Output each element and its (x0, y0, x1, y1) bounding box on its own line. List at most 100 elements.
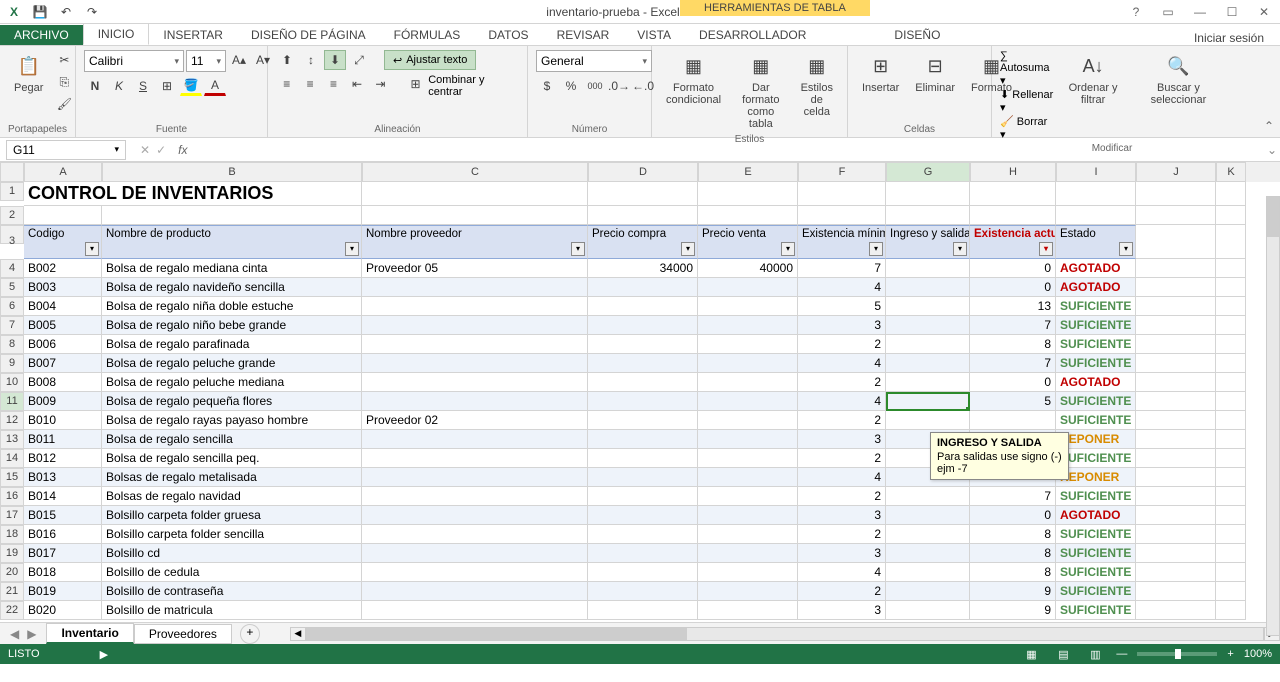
cell-supplier[interactable] (362, 601, 588, 620)
increase-decimal-icon[interactable]: .0→ (608, 76, 630, 96)
th-buy[interactable]: Precio compra▾ (588, 225, 698, 259)
cell-status[interactable]: SUFICIENTE (1056, 316, 1136, 335)
cell-sell[interactable] (698, 411, 798, 430)
cell-buy[interactable]: 34000 (588, 259, 698, 278)
cell-sell[interactable] (698, 392, 798, 411)
row-header[interactable]: 15 (0, 468, 24, 487)
cell-io[interactable] (886, 297, 970, 316)
sheet-next-icon[interactable]: ▶ (27, 627, 36, 641)
cell-io[interactable] (886, 335, 970, 354)
filter-icon[interactable]: ▾ (953, 242, 967, 256)
cell-code[interactable]: B020 (24, 601, 102, 620)
cell-current[interactable]: 0 (970, 278, 1056, 297)
cell-name[interactable]: Bolsa de regalo sencilla (102, 430, 362, 449)
cell-supplier[interactable] (362, 563, 588, 582)
borders-icon[interactable]: ⊞ (156, 76, 178, 96)
cell-current[interactable]: 8 (970, 544, 1056, 563)
cell-supplier[interactable] (362, 449, 588, 468)
th-status[interactable]: Estado▾ (1056, 225, 1136, 259)
row-header[interactable]: 22 (0, 601, 24, 620)
paste-button[interactable]: 📋 Pegar (8, 50, 49, 96)
row-header[interactable]: 16 (0, 487, 24, 506)
horizontal-scrollbar[interactable] (306, 627, 1264, 641)
cell-supplier[interactable] (362, 335, 588, 354)
cell-io[interactable] (886, 506, 970, 525)
cell-min[interactable]: 3 (798, 506, 886, 525)
filter-icon[interactable]: ▾ (345, 242, 359, 256)
merge-button[interactable]: Combinar y centrar (428, 74, 519, 98)
cell-min[interactable]: 4 (798, 392, 886, 411)
filter-icon[interactable]: ▾ (571, 242, 585, 256)
cell-name[interactable]: Bolsa de regalo peluche grande (102, 354, 362, 373)
hscroll-left-icon[interactable]: ◀ (290, 627, 306, 641)
cell-buy[interactable] (588, 582, 698, 601)
cell-min[interactable]: 3 (798, 601, 886, 620)
cell-name[interactable]: Bolsillo carpeta folder sencilla (102, 525, 362, 544)
percent-icon[interactable]: % (560, 76, 582, 96)
cell-sell[interactable] (698, 487, 798, 506)
cell-io[interactable] (886, 563, 970, 582)
cell-name[interactable]: Bolsillo cd (102, 544, 362, 563)
page-break-icon[interactable]: ▥ (1084, 646, 1106, 662)
align-left-icon[interactable]: ≡ (276, 74, 297, 94)
sheet-tab-inventario[interactable]: Inventario (46, 623, 133, 644)
tab-data[interactable]: DATOS (474, 25, 542, 45)
expand-formula-icon[interactable]: ⌄ (1264, 143, 1280, 157)
bold-button[interactable]: N (84, 76, 106, 96)
row-header[interactable]: 10 (0, 373, 24, 392)
cell-name[interactable]: Bolsa de regalo sencilla peq. (102, 449, 362, 468)
cell-supplier[interactable] (362, 468, 588, 487)
cell-io[interactable] (886, 278, 970, 297)
cell-buy[interactable] (588, 316, 698, 335)
find-select-button[interactable]: 🔍Buscar y seleccionar (1133, 50, 1224, 108)
cell-io[interactable] (886, 487, 970, 506)
cell-current[interactable]: 8 (970, 335, 1056, 354)
cell-code[interactable]: B017 (24, 544, 102, 563)
fill-button[interactable]: ⬇ Rellenar ▾ (1000, 88, 1053, 114)
cell-min[interactable]: 4 (798, 354, 886, 373)
cell-status[interactable]: SUFICIENTE (1056, 335, 1136, 354)
fx-icon[interactable]: fx (174, 143, 191, 157)
font-color-icon[interactable]: A (204, 76, 226, 96)
cell-min[interactable]: 4 (798, 468, 886, 487)
cell-min[interactable]: 2 (798, 582, 886, 601)
zoom-in-icon[interactable]: + (1227, 648, 1233, 660)
cell-current[interactable]: 5 (970, 392, 1056, 411)
cell-name[interactable]: Bolsa de regalo rayas payaso hombre (102, 411, 362, 430)
cell-io[interactable] (886, 411, 970, 430)
th-io[interactable]: Ingreso y salidas▾ (886, 225, 970, 259)
cell-supplier[interactable] (362, 525, 588, 544)
cell-name[interactable]: Bolsa de regalo parafinada (102, 335, 362, 354)
copy-icon[interactable]: ⎘ (53, 72, 75, 92)
cell-current[interactable]: 0 (970, 506, 1056, 525)
cell-min[interactable]: 3 (798, 316, 886, 335)
cell-buy[interactable] (588, 430, 698, 449)
cell-buy[interactable] (588, 411, 698, 430)
cell-current[interactable]: 7 (970, 354, 1056, 373)
cell-name[interactable]: Bolsas de regalo navidad (102, 487, 362, 506)
cell-code[interactable]: B008 (24, 373, 102, 392)
undo-icon[interactable]: ↶ (56, 2, 76, 22)
cell-current[interactable]: 8 (970, 563, 1056, 582)
filter-icon[interactable]: ▾ (781, 242, 795, 256)
cell-name[interactable]: Bolsillo de cedula (102, 563, 362, 582)
th-supplier[interactable]: Nombre proveedor▾ (362, 225, 588, 259)
cell-sell[interactable] (698, 563, 798, 582)
row-header[interactable]: 4 (0, 259, 24, 278)
cell-sell[interactable] (698, 525, 798, 544)
cut-icon[interactable]: ✂ (53, 50, 75, 70)
cell-sell[interactable] (698, 506, 798, 525)
cell-supplier[interactable] (362, 487, 588, 506)
zoom-out-icon[interactable]: — (1116, 648, 1127, 660)
cell-buy[interactable] (588, 278, 698, 297)
cell-name[interactable]: Bolsa de regalo niño bebe grande (102, 316, 362, 335)
hscroll-thumb[interactable] (307, 628, 687, 640)
row-header[interactable]: 11 (0, 392, 24, 411)
collapse-ribbon-icon[interactable]: ⌃ (1264, 119, 1274, 133)
save-icon[interactable]: 💾 (30, 2, 50, 22)
wrap-text-button[interactable]: ↩Ajustar texto (384, 50, 476, 70)
col-header-B[interactable]: B (102, 162, 362, 182)
cell-status[interactable]: SUFICIENTE (1056, 525, 1136, 544)
filter-icon[interactable]: ▾ (681, 242, 695, 256)
col-header-E[interactable]: E (698, 162, 798, 182)
